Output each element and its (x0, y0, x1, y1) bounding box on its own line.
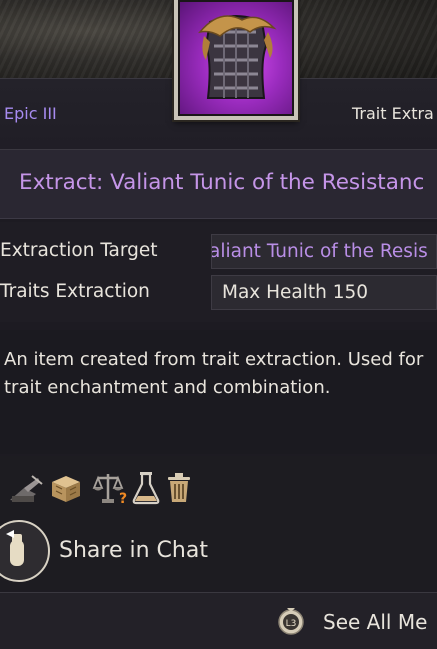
item-icon-frame (174, 0, 298, 120)
storage-box-icon (52, 476, 80, 502)
item-category: Trait Extra (352, 104, 434, 123)
controller-stick-icon (6, 530, 24, 566)
traits-extraction-label: Traits Extraction (0, 281, 150, 302)
share-chat-button[interactable] (0, 520, 50, 582)
item-grade: Epic III (4, 104, 57, 123)
trash-icon[interactable] (164, 470, 194, 506)
item-description: An item created from trait extraction. U… (4, 349, 424, 398)
traits-extraction-value: Max Health 150 (211, 275, 437, 310)
gathering-icon (10, 475, 43, 502)
alchemy-flask-icon (132, 472, 160, 505)
extraction-target-label: Extraction Target (0, 240, 158, 261)
trade-scale-icon: ? (92, 474, 127, 506)
share-in-chat-label[interactable]: Share in Chat (59, 538, 208, 563)
l3-button-icon[interactable]: L3 (276, 606, 306, 636)
svg-text:?: ? (119, 491, 127, 506)
see-all-menu-label[interactable]: See All Me (323, 610, 427, 634)
l3-key-hint: L3 (286, 619, 297, 629)
tunic-item-icon (178, 0, 294, 116)
extraction-target-value: aliant Tunic of the Resis (211, 234, 437, 269)
item-title: Extract: Valiant Tunic of the Resistanc (19, 170, 425, 195)
